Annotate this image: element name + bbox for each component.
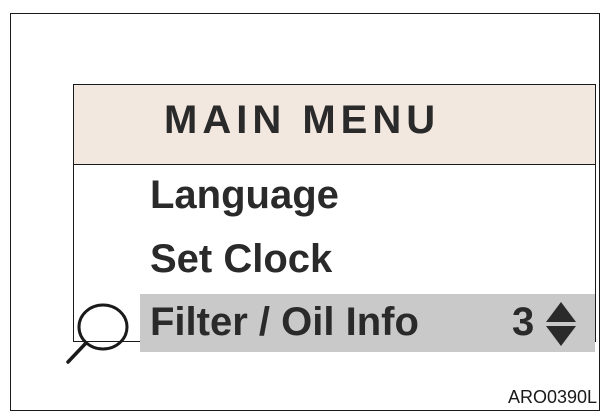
figure-code: ARO0390L [507, 387, 597, 407]
title-bar: MAIN MENU [74, 85, 595, 165]
figure-frame: MAIN MENU Language Set Clock Filter / Oi… [10, 13, 600, 411]
up-down-arrows-icon[interactable] [544, 300, 578, 348]
menu-item-filter-oil-info[interactable]: Filter / Oil Info 3 [140, 294, 595, 352]
display-screen: MAIN MENU Language Set Clock Filter / Oi… [73, 84, 596, 352]
menu-title: MAIN MENU [164, 98, 441, 142]
menu-item-language[interactable]: Language [150, 173, 339, 218]
menu-item-set-clock[interactable]: Set Clock [150, 237, 332, 282]
magnifier-icon [66, 303, 129, 364]
menu-item-label: Filter / Oil Info [150, 300, 419, 344]
item-count: 3 [512, 300, 535, 344]
